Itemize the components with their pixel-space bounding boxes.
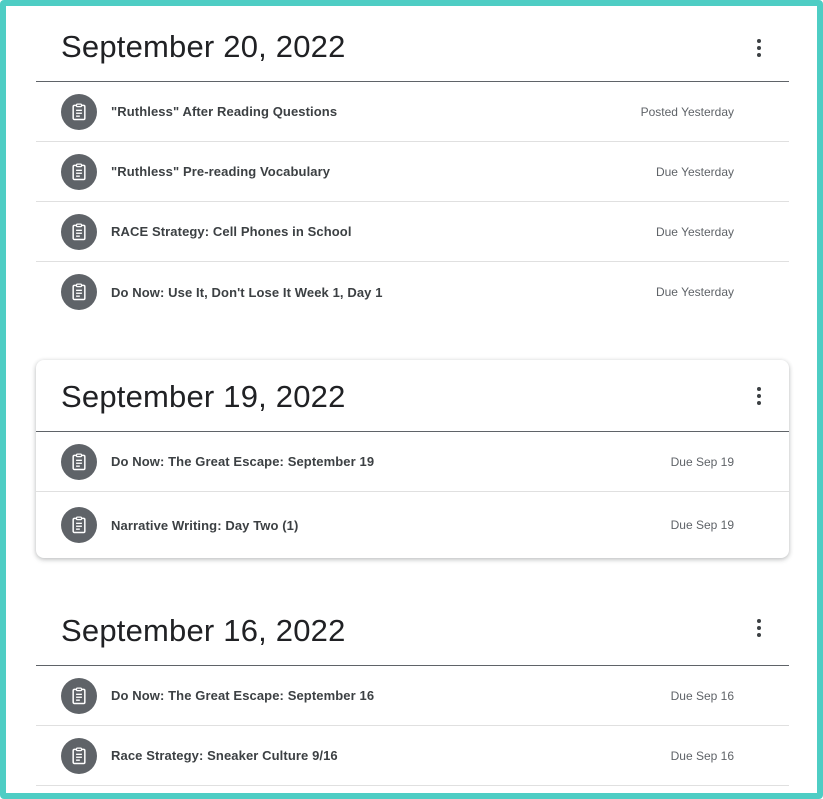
assignment-row[interactable]: Race Strategy: Sneaker Culture 9/16 Due … <box>36 726 789 786</box>
assignment-icon <box>61 153 97 190</box>
screenshot-frame: September 20, 2022 "Ruthless" After Read… <box>0 0 823 799</box>
assignment-icon <box>61 213 97 250</box>
section-date-title: September 16, 2022 <box>61 613 346 648</box>
section-date-title: September 19, 2022 <box>61 379 346 414</box>
assignment-status: Due Sep 16 <box>670 748 734 763</box>
assignment-title: Race Strategy: Sneaker Culture 9/16 <box>111 748 338 763</box>
date-section-sep-16: September 16, 2022 Do Now: The Great Esc… <box>36 590 789 786</box>
assignment-status: Due Sep 19 <box>670 518 734 532</box>
section-header: September 19, 2022 <box>36 360 789 432</box>
assignment-row[interactable]: RACE Strategy: Cell Phones in School Due… <box>36 202 789 262</box>
more-vert-icon[interactable] <box>747 616 771 640</box>
assignment-icon <box>61 737 97 774</box>
assignment-row[interactable]: "Ruthless" Pre-reading Vocabulary Due Ye… <box>36 142 789 202</box>
assignment-icon <box>61 443 97 480</box>
assignment-title: "Ruthless" After Reading Questions <box>111 104 338 119</box>
assignment-icon <box>61 93 97 130</box>
assignment-status: Due Yesterday <box>655 164 734 179</box>
assignment-row[interactable]: Do Now: The Great Escape: September 19 D… <box>36 432 789 492</box>
assignment-title: Do Now: Use It, Don't Lose It Week 1, Da… <box>111 284 383 300</box>
assignment-status: Posted Yesterday <box>640 104 734 119</box>
assignment-title: RACE Strategy: Cell Phones in School <box>111 224 352 239</box>
assignment-icon <box>61 274 97 310</box>
more-vert-icon[interactable] <box>747 384 771 408</box>
assignment-title: "Ruthless" Pre-reading Vocabulary <box>111 164 331 179</box>
section-header: September 20, 2022 <box>36 6 789 82</box>
date-section-sep-19: September 19, 2022 Do Now: The Great Esc… <box>36 360 789 558</box>
section-date-title: September 20, 2022 <box>61 29 346 64</box>
assignment-status: Due Yesterday <box>655 224 734 239</box>
more-vert-icon[interactable] <box>747 36 771 60</box>
assignment-icon <box>61 677 97 714</box>
assignment-status: Due Yesterday <box>655 285 734 299</box>
assignment-row[interactable]: Do Now: The Great Escape: September 16 D… <box>36 666 789 726</box>
date-section-sep-20: September 20, 2022 "Ruthless" After Read… <box>36 6 789 322</box>
section-header: September 16, 2022 <box>36 590 789 666</box>
assignment-row[interactable]: "Ruthless" After Reading Questions Poste… <box>36 82 789 142</box>
assignment-title: Do Now: The Great Escape: September 16 <box>111 688 375 703</box>
assignment-title: Do Now: The Great Escape: September 19 <box>111 454 375 469</box>
assignment-status: Due Sep 16 <box>670 688 734 703</box>
assignment-status: Due Sep 19 <box>670 454 734 469</box>
assignment-title: Narrative Writing: Day Two (1) <box>111 517 299 533</box>
assignment-icon <box>61 507 97 543</box>
assignment-row[interactable]: Do Now: Use It, Don't Lose It Week 1, Da… <box>36 262 789 322</box>
assignment-row[interactable]: Narrative Writing: Day Two (1) Due Sep 1… <box>36 492 789 558</box>
